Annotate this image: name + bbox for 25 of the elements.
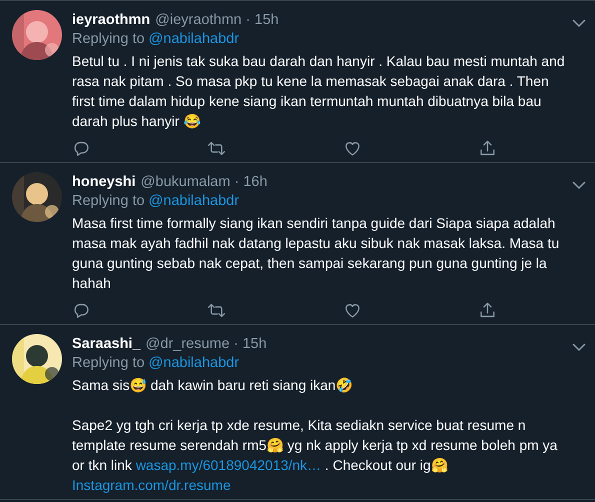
mention-link[interactable]: @nabilahabdr [148, 192, 240, 211]
mention-link[interactable]: @nabilahabdr [148, 30, 240, 49]
replying-label: Replying to [72, 30, 145, 49]
handle-time: @ieyraothmn · 15h [155, 11, 279, 30]
tweet-text: Betul tu . I ni jenis tak suka bau darah dan hanyir . Kalau bau mesti muntah and rasa nak pitam . So masa pkp tu kene la memasak sebagai anak dara . Then first time dalam hidup kene siang ikan termuntah muntah dibuatnya bila bau darah plus hanyir 😂 [72, 52, 566, 131]
handle-time: @dr_resume · 15h [146, 335, 267, 354]
tweet-text: Masa first time formally siang ikan sendiri tanpa guide dari Siapa siapa adalah masa mak ayah fadhil nak datang lepastu aku sibuk nak masak laksa. Masa tu guna gunting sebab nak cepat, then sampai sekarang pun guna gunting je la hahah [72, 214, 560, 293]
replying-label: Replying to [72, 192, 145, 211]
user-name[interactable]: ieyraothmn [72, 11, 150, 30]
reply-icon[interactable] [72, 139, 91, 158]
replying-label: Replying to [72, 354, 145, 373]
user-name[interactable]: honeyshi [72, 173, 136, 192]
handle-time: @bukumalam · 16h [140, 173, 268, 192]
retweet-icon[interactable] [207, 301, 226, 320]
user-name[interactable]: Saraashi_ [72, 335, 141, 354]
retweet-icon[interactable] [207, 139, 226, 158]
heart-icon[interactable] [342, 301, 362, 320]
share-icon[interactable] [478, 139, 497, 158]
reply-icon[interactable] [72, 301, 91, 320]
link[interactable]: Instagram.com/dr.resume [72, 477, 231, 493]
heart-icon[interactable] [342, 139, 362, 158]
link[interactable]: wasap.my/60189042013/nk… [136, 457, 322, 473]
mention-link[interactable]: @nabilahabdr [148, 354, 240, 373]
tweet-text: Sama sis😅 dah kawin baru reti siang ikan🤣 Sape2 yg tgh cri kerja tp xde resume, Kita sediakn service buat resume n template resume serendah rm5🤗 yg nk apply kerja tp xd resume boleh pm ya or tkn link wasap.my/60189042013/nk… . Checkout our ig🤗 Instagram.com/dr.resume [72, 376, 558, 495]
share-icon[interactable] [478, 301, 497, 320]
